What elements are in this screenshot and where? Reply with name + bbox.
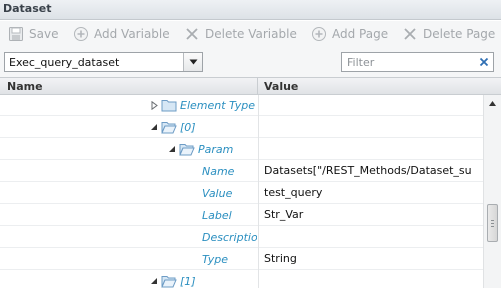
tree-row[interactable]: Description — [0, 226, 483, 248]
tree-row[interactable]: Element Type — [0, 95, 483, 116]
tree-row[interactable]: Param — [0, 138, 483, 160]
tree-row[interactable]: Value test_query — [0, 182, 483, 204]
save-label: Save — [29, 27, 59, 41]
collapse-arrow-icon[interactable] — [149, 276, 159, 286]
dataset-dropdown[interactable]: Exec_query_dataset — [4, 52, 203, 72]
save-icon — [9, 27, 23, 41]
plus-circle-icon — [74, 27, 88, 41]
collapse-arrow-icon[interactable] — [149, 122, 159, 132]
row-value[interactable]: test_query — [264, 186, 322, 199]
toolbar: Save Add Variable Delete Variable Add Pa… — [0, 21, 501, 46]
tree-row[interactable]: Label Str_Var — [0, 204, 483, 226]
row-name: Description — [202, 230, 257, 244]
add-page-label: Add Page — [332, 27, 389, 41]
tree-row[interactable]: Type String — [0, 248, 483, 270]
dropdown-arrow-icon[interactable] — [183, 53, 202, 71]
tree-row[interactable]: [1] — [0, 270, 483, 288]
grid-header: Name Value — [0, 77, 501, 95]
row-value[interactable]: String — [264, 252, 297, 265]
add-page-button[interactable]: Add Page — [311, 24, 388, 44]
plus-circle-icon — [312, 27, 326, 41]
collapse-arrow-icon[interactable] — [167, 144, 177, 154]
row-name: [1] — [180, 274, 196, 288]
row-name: Type — [202, 252, 229, 266]
scrollbar-thumb[interactable] — [487, 204, 498, 242]
x-icon — [186, 28, 198, 40]
value-column-header[interactable]: Value — [264, 80, 298, 93]
row-name: Value — [202, 186, 233, 200]
save-button[interactable]: Save — [8, 24, 58, 44]
name-column-header[interactable]: Name — [7, 80, 43, 93]
row-name: Param — [198, 142, 234, 156]
vertical-scrollbar[interactable] — [483, 95, 501, 288]
scroll-up-arrow-icon[interactable] — [484, 95, 501, 111]
variable-tree-grid: Element Type [0] Param Name Datasets["/R… — [0, 95, 483, 288]
folder-icon — [161, 100, 177, 112]
expand-arrow-icon[interactable] — [149, 100, 159, 110]
window-titlebar: Dataset — [0, 0, 501, 20]
delete-page-button[interactable]: Delete Page — [402, 24, 495, 44]
row-value[interactable]: Str_Var — [264, 208, 303, 221]
dataset-dropdown-value: Exec_query_dataset — [9, 56, 120, 69]
open-folder-icon — [179, 144, 195, 156]
add-variable-label: Add Variable — [94, 27, 170, 41]
open-folder-icon — [161, 122, 177, 134]
filter-row: Exec_query_dataset — [0, 46, 501, 77]
row-name: Label — [202, 208, 232, 222]
tree-row[interactable]: Name Datasets["/REST_Methods/Dataset_su — [0, 160, 483, 182]
column-divider[interactable] — [257, 78, 258, 95]
x-icon — [404, 28, 416, 40]
add-variable-button[interactable]: Add Variable — [73, 24, 170, 44]
window-title: Dataset — [3, 2, 52, 15]
delete-variable-button[interactable]: Delete Variable — [184, 24, 297, 44]
filter-input[interactable] — [342, 53, 472, 71]
row-name: Element Type — [180, 98, 256, 112]
row-name: Name — [202, 164, 235, 178]
row-value[interactable]: Datasets["/REST_Methods/Dataset_su — [264, 164, 472, 177]
clear-filter-icon[interactable] — [475, 54, 492, 70]
tree-row[interactable]: [0] — [0, 116, 483, 138]
filter-box — [341, 52, 494, 72]
delete-variable-label: Delete Variable — [205, 27, 297, 41]
open-folder-icon — [161, 276, 177, 288]
row-name: [0] — [180, 120, 196, 134]
delete-page-label: Delete Page — [423, 27, 496, 41]
